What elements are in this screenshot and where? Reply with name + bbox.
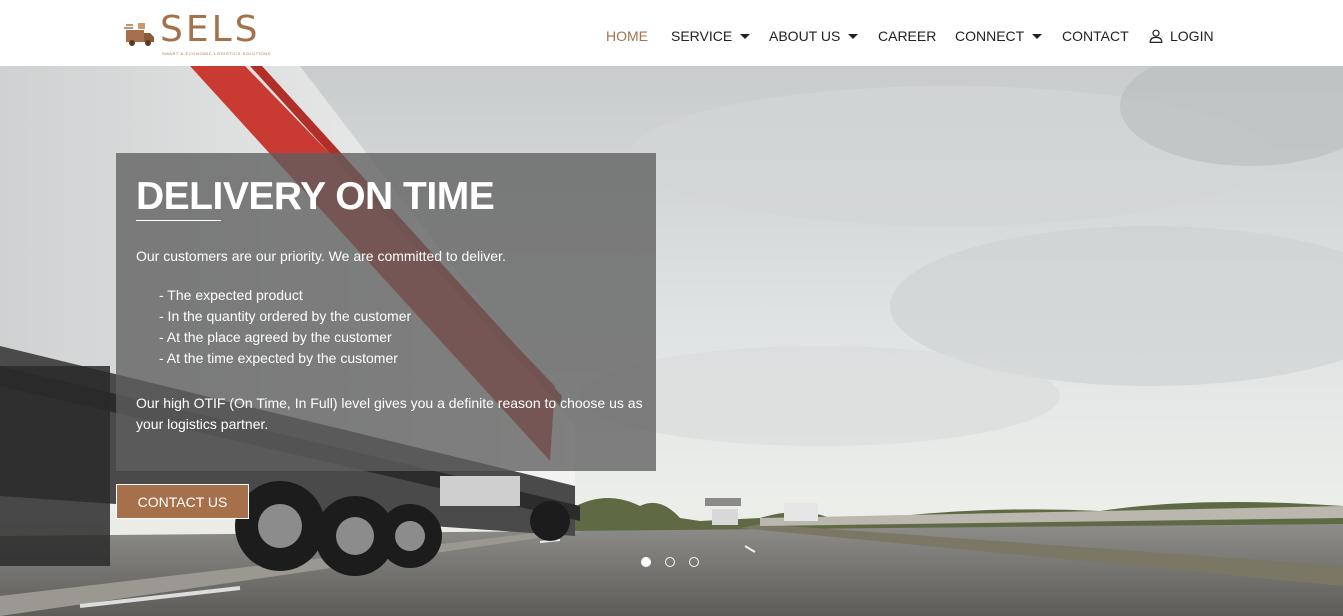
caret-down-icon [740, 33, 751, 39]
hero-outro-text: Our high OTIF (On Time, In Full) level g… [136, 395, 643, 432]
slider-pagination [641, 557, 713, 569]
list-item: - At the place agreed by the customer [159, 329, 392, 345]
nav-item-label: SERVICE [671, 28, 733, 44]
hero-slider: DELIVERY ON TIME Our customers are our p… [0, 66, 1343, 616]
nav-item-home[interactable]: HOME [606, 27, 648, 45]
nav-item-career[interactable]: CAREER [878, 27, 936, 45]
nav-item-service[interactable]: SERVICE [671, 27, 751, 45]
slide-dot-2[interactable] [665, 557, 675, 567]
nav-item-label: CONNECT [955, 28, 1025, 44]
nav-item-contact[interactable]: CONTACT [1062, 27, 1129, 45]
brand-name: SELS [160, 9, 261, 50]
nav-item-label: CAREER [878, 28, 937, 44]
list-item: - The expected product [159, 287, 303, 303]
nav-item-label: LOGIN [1170, 28, 1214, 44]
list-item: - At the time expected by the customer [159, 350, 398, 366]
user-icon [1149, 29, 1163, 43]
nav-item-label: ABOUT US [769, 28, 841, 44]
nav-item-login[interactable]: LOGIN [1149, 27, 1214, 45]
nav-item-about-us[interactable]: ABOUT US [769, 27, 859, 45]
caret-down-icon [848, 33, 859, 39]
hero-points-list: - The expected product - In the quantity… [159, 285, 411, 369]
title-underline [136, 220, 221, 221]
nav-item-connect[interactable]: CONNECT [955, 27, 1043, 45]
nav-item-label: CONTACT [1062, 28, 1129, 44]
list-item: - In the quantity ordered by the custome… [159, 308, 412, 324]
hero-content-panel: DELIVERY ON TIME Our customers are our p… [116, 153, 656, 471]
truck-logo-icon [124, 23, 154, 46]
hero-title: DELIVERY ON TIME [136, 175, 495, 218]
hero-intro-text: Our customers are our priority. We are c… [136, 248, 506, 264]
brand-logo[interactable]: SELS SMART & ECONOMIC LOGISTICS SOLUTION… [124, 9, 274, 58]
site-header: SELS SMART & ECONOMIC LOGISTICS SOLUTION… [0, 0, 1343, 66]
nav-item-label: HOME [606, 28, 648, 44]
slide-dot-1[interactable] [641, 557, 651, 567]
slide-dot-3[interactable] [689, 557, 699, 567]
contact-us-button[interactable]: CONTACT US [116, 484, 249, 519]
caret-down-icon [1032, 33, 1043, 39]
brand-tagline: SMART & ECONOMIC LOGISTICS SOLUTIONS [162, 51, 272, 56]
